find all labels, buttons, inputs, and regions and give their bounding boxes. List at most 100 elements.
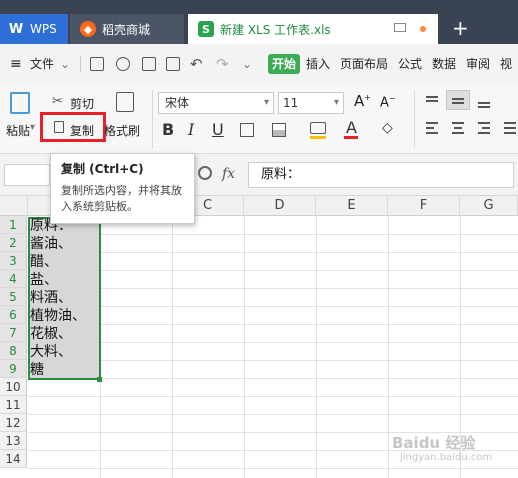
menu-page-layout[interactable]: 页面布局 [340,44,388,84]
fill-table-icon[interactable] [272,123,286,137]
menu-file[interactable]: 文件 [30,44,54,84]
row-header[interactable]: 7 [0,324,27,342]
print-preview-icon[interactable] [166,57,180,71]
spreadsheet-icon: S [198,21,214,37]
cell-a6[interactable]: 植物油、 [30,307,86,325]
grid-line [28,414,518,415]
zoom-icon[interactable] [198,166,212,180]
cut-button[interactable]: 剪切 [70,95,94,112]
row-header[interactable]: 14 [0,450,27,468]
row-header[interactable]: 5 [0,288,27,306]
tab-document[interactable]: S 新建 XLS 工作表.xls [188,14,438,44]
column-header-e[interactable]: E [316,196,388,216]
grid-line [28,342,518,343]
chevron-down-icon[interactable]: ⌄ [60,44,70,84]
tab-docer-store[interactable]: ◆ 稻壳商城 [70,14,184,44]
chevron-down-icon: ▾ [333,97,339,108]
cell-a9[interactable]: 糖 [30,361,44,379]
menu-start[interactable]: 开始 [268,54,301,74]
baidu-watermark-url: jingyan.baidu.com [400,452,493,463]
cell-a7[interactable]: 花椒、 [30,325,72,343]
row-header[interactable]: 12 [0,414,27,432]
wps-logo-icon: W [8,21,24,37]
column-header-f[interactable]: F [388,196,460,216]
paste-icon[interactable] [10,92,30,114]
cell-a8[interactable]: 大料、 [30,343,72,361]
formula-input[interactable]: 原料： [248,162,514,188]
paste-button[interactable]: 粘贴 [6,122,30,139]
redo-icon[interactable]: ↷ [216,44,229,84]
column-header-d[interactable]: D [244,196,316,216]
fill-handle[interactable] [97,377,102,382]
monitor-icon[interactable] [394,23,406,32]
row-header[interactable]: 13 [0,432,27,450]
grid-line [28,324,518,325]
grid-line [28,360,518,361]
menu-review[interactable]: 审阅 [466,44,490,84]
divider [414,90,415,148]
copy-tooltip: 复制 (Ctrl+C) 复制所选内容，并将其放入系统剪贴板。 [50,153,195,224]
font-size-value: 11 [283,96,299,110]
paste-dropdown-icon[interactable]: ▾ [30,122,35,133]
align-middle-button[interactable] [446,90,470,110]
format-painter-icon [116,92,134,112]
row-header[interactable]: 3 [0,252,27,270]
tab-bar: W WPS ◆ 稻壳商城 S 新建 XLS 工作表.xls + [0,0,518,44]
docer-logo-icon: ◆ [80,21,96,37]
new-tab-button[interactable]: + [452,18,469,38]
cell-a3[interactable]: 醋、 [30,253,58,271]
menu-formulas[interactable]: 公式 [398,44,422,84]
italic-button[interactable]: I [188,120,194,139]
save-icon[interactable] [90,57,104,71]
row-header[interactable]: 2 [0,234,27,252]
menu-insert[interactable]: 插入 [306,44,330,84]
font-name-select[interactable]: 宋体 ▾ [158,92,274,114]
borders-icon[interactable] [240,123,254,137]
row-header[interactable]: 1 [0,216,27,234]
menu-view[interactable]: 视图 [500,44,518,111]
row-header[interactable]: 10 [0,378,27,396]
cell-a4[interactable]: 盐、 [30,271,58,289]
tab-docer-label: 稻壳商城 [102,22,151,37]
tab-wps[interactable]: W WPS [0,14,68,44]
eraser-icon[interactable]: ◇ [382,120,393,136]
print-icon[interactable] [142,57,156,71]
export-pdf-icon[interactable] [116,57,130,71]
chevron-down-icon: ▾ [263,97,269,108]
grid-line [316,216,317,478]
underline-button[interactable]: U [212,120,224,139]
format-painter-button[interactable]: 格式刷 [104,122,140,139]
grid-line [28,270,518,271]
baidu-watermark: Baidu 经验 [392,434,476,452]
font-color-icon[interactable]: A [346,118,357,137]
select-all-corner[interactable] [0,196,28,216]
grid-line [244,216,245,478]
grid-line [28,234,518,235]
row-header[interactable]: 8 [0,342,27,360]
divider [152,90,153,148]
quick-access-dropdown-icon[interactable]: ⌄ [242,44,252,84]
name-box[interactable] [4,164,50,186]
fill-color-icon[interactable] [310,122,326,134]
row-header[interactable]: 11 [0,396,27,414]
bold-button[interactable]: B [162,120,174,139]
cell-a2[interactable]: 酱油、 [30,235,72,253]
row-header[interactable]: 9 [0,360,27,378]
cell-a5[interactable]: 料酒、 [30,289,72,307]
row-header[interactable]: 6 [0,306,27,324]
row-header[interactable]: 4 [0,270,27,288]
undo-icon[interactable]: ↶ [190,44,203,84]
menu-hamburger-icon[interactable]: ≡ [10,44,22,84]
decrease-font-icon[interactable]: A− [380,94,396,110]
increase-font-icon[interactable]: A+ [354,92,371,110]
menu-data[interactable]: 数据 [432,44,456,84]
align-middle-icon [452,102,464,104]
tab-document-label: 新建 XLS 工作表.xls [220,22,331,37]
menu-row: ≡ 文件 ⌄ ↶ ↷ ⌄ 开始 插入 页面布局 公式 数据 审阅 视图 [0,44,518,111]
font-name-value: 宋体 [165,96,190,110]
font-size-select[interactable]: 11 ▾ [278,92,344,114]
grid-line [28,306,518,307]
fx-icon[interactable]: fx [222,166,235,182]
unsaved-dot-icon [420,26,426,32]
column-header-g[interactable]: G [460,196,518,216]
